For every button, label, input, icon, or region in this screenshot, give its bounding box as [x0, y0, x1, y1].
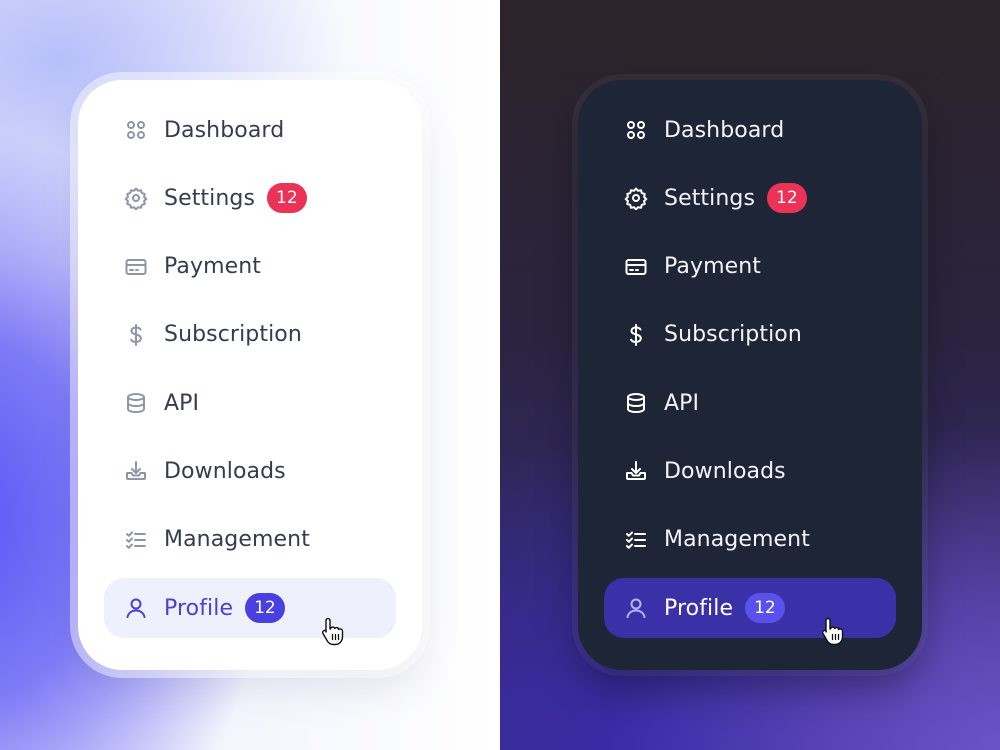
sidebar-item-settings[interactable]: Settings 12 — [104, 168, 396, 228]
sidebar-item-subscription[interactable]: Subscription — [104, 305, 396, 365]
sidebar-item-dashboard[interactable]: Dashboard — [604, 100, 896, 160]
credit-card-icon — [124, 255, 148, 279]
sidebar-item-label: Dashboard — [164, 117, 285, 143]
sidebar-item-payment[interactable]: Payment — [104, 237, 396, 297]
sidebar-item-label: API — [664, 390, 700, 416]
sidebar-item-label: Profile — [664, 595, 734, 621]
sidebar-item-payment[interactable]: Payment — [604, 237, 896, 297]
hand-pointer-cursor-icon — [821, 617, 844, 646]
sidebar-item-management[interactable]: Management — [604, 510, 896, 570]
sidebar-item-label: Dashboard — [664, 117, 785, 143]
sidebar-menu: Dashboard Settings 12 Payment Subscripti… — [104, 100, 396, 646]
sidebar-item-label: Settings — [164, 185, 256, 211]
notification-badge: 12 — [767, 183, 807, 214]
sidebar-item-label: Payment — [664, 254, 762, 280]
sidebar-item-profile[interactable]: Profile 12 — [104, 578, 396, 646]
database-icon — [124, 391, 148, 415]
dollar-icon — [124, 323, 148, 347]
credit-card-icon — [624, 255, 648, 279]
notification-badge: 12 — [267, 183, 307, 214]
sidebar-item-label: Payment — [164, 254, 262, 280]
download-icon — [624, 459, 648, 483]
sidebar-menu: Dashboard Settings 12 Payment Subscripti… — [604, 100, 896, 646]
grid-icon — [124, 118, 148, 142]
sidebar-item-label: Downloads — [164, 458, 286, 484]
sidebar-item-label: Settings — [664, 185, 756, 211]
sidebar-item-downloads[interactable]: Downloads — [104, 441, 396, 501]
user-icon — [624, 596, 648, 620]
download-icon — [124, 459, 148, 483]
sidebar-item-label: API — [164, 390, 200, 416]
sidebar-item-profile[interactable]: Profile 12 — [604, 578, 896, 646]
sidebar-item-settings[interactable]: Settings 12 — [604, 168, 896, 228]
checklist-icon — [124, 528, 148, 552]
notification-badge: 12 — [745, 593, 785, 624]
user-icon — [124, 596, 148, 620]
dollar-icon — [624, 323, 648, 347]
sidebar-item-api[interactable]: API — [604, 373, 896, 433]
sidebar-item-downloads[interactable]: Downloads — [604, 441, 896, 501]
sidebar-item-label: Profile — [164, 595, 234, 621]
gear-icon — [624, 186, 648, 210]
sidebar-item-label: Subscription — [164, 322, 302, 348]
sidebar-item-management[interactable]: Management — [104, 510, 396, 570]
notification-badge: 12 — [245, 593, 285, 624]
sidebar-item-dashboard[interactable]: Dashboard — [104, 100, 396, 160]
sidebar-menu-card: Dashboard Settings 12 Payment Subscripti… — [78, 80, 422, 670]
gear-icon — [124, 186, 148, 210]
sidebar-item-label: Downloads — [664, 458, 786, 484]
sidebar-item-api[interactable]: API — [104, 373, 396, 433]
dark-theme-panel: Dashboard Settings 12 Payment Subscripti… — [500, 0, 1000, 750]
sidebar-item-label: Management — [664, 527, 810, 553]
grid-icon — [624, 118, 648, 142]
sidebar-menu-card: Dashboard Settings 12 Payment Subscripti… — [578, 80, 922, 670]
database-icon — [624, 391, 648, 415]
sidebar-item-label: Management — [164, 527, 310, 553]
sidebar-item-subscription[interactable]: Subscription — [604, 305, 896, 365]
light-theme-panel: Dashboard Settings 12 Payment Subscripti… — [0, 0, 500, 750]
checklist-icon — [624, 528, 648, 552]
sidebar-item-label: Subscription — [664, 322, 802, 348]
hand-pointer-cursor-icon — [321, 617, 344, 646]
